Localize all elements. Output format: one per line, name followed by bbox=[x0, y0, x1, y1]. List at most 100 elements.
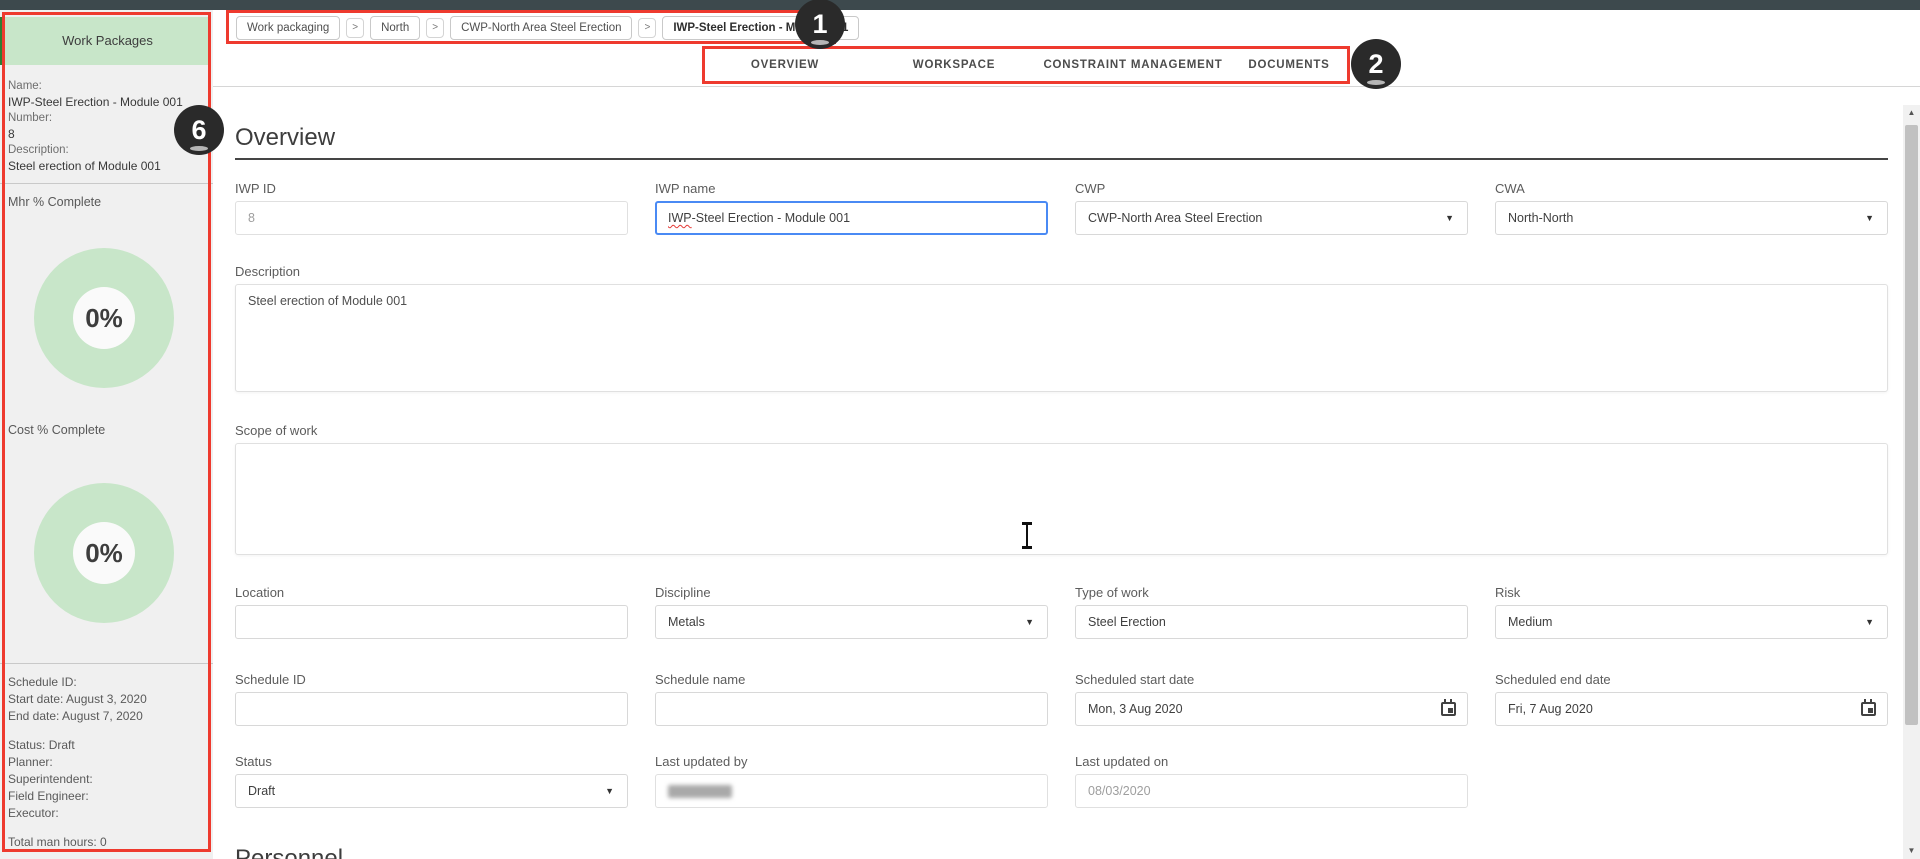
status-selected-value: Draft bbox=[248, 784, 276, 798]
misspelled-word: IWP bbox=[668, 211, 692, 225]
scheduled-end-date-input[interactable]: Fri, 7 Aug 2020 bbox=[1495, 692, 1888, 726]
scheduled-start-date-value: Mon, 3 Aug 2020 bbox=[1088, 702, 1183, 716]
scroll-up-button[interactable]: ▲ bbox=[1903, 105, 1920, 121]
last-updated-on-value: 08/03/2020 bbox=[1088, 784, 1151, 798]
cwp-label: CWP bbox=[1075, 181, 1106, 196]
cost-complete-value: 0% bbox=[85, 537, 123, 568]
dropdown-arrow-icon: ▼ bbox=[605, 786, 614, 796]
annotation-callout-1: 1 bbox=[795, 0, 845, 49]
breadcrumb-item-cwp[interactable]: CWP-North Area Steel Erection bbox=[450, 16, 633, 40]
mhr-complete-donut-chart: 0% bbox=[34, 248, 174, 388]
iwp-name-value: -Steel Erection - Module 001 bbox=[691, 211, 851, 225]
last-updated-by-input bbox=[655, 774, 1048, 808]
iwp-name-field: IWP name IWP-Steel Erection - Module 001 bbox=[655, 181, 1048, 235]
calendar-icon[interactable] bbox=[1441, 699, 1456, 716]
scheduled-end-date-value: Fri, 7 Aug 2020 bbox=[1508, 702, 1593, 716]
breadcrumb-item-north[interactable]: North bbox=[370, 16, 421, 40]
mhr-complete-label: Mhr % Complete bbox=[8, 195, 102, 209]
schedule-name-label: Schedule name bbox=[655, 672, 746, 687]
field-engineer-text: Field Engineer: bbox=[8, 789, 89, 803]
tab-documents[interactable]: DOCUMENTS bbox=[1226, 44, 1352, 86]
mhr-complete-value: 0% bbox=[85, 302, 123, 333]
tab-constraint-management[interactable]: CONSTRAINT MANAGEMENT bbox=[1040, 44, 1226, 86]
last-updated-on-field: Last updated on 08/03/2020 bbox=[1075, 754, 1468, 808]
personnel-section-title: Personnel bbox=[235, 845, 344, 859]
scheduled-start-date-label: Scheduled start date bbox=[1075, 672, 1195, 687]
executor-text: Executor: bbox=[8, 806, 59, 820]
status-field: Status Draft ▼ bbox=[235, 754, 628, 808]
dropdown-arrow-icon: ▼ bbox=[1025, 617, 1034, 627]
description-field: Description Steel erection of Module 001 bbox=[235, 264, 1888, 392]
vertical-scrollbar: ▲ ▼ bbox=[1903, 105, 1920, 859]
sidebar-header-work-packages[interactable]: Work Packages bbox=[5, 17, 210, 65]
sidebar-divider bbox=[0, 663, 213, 664]
scope-of-work-label: Scope of work bbox=[235, 423, 318, 438]
top-window-bar bbox=[0, 0, 1920, 10]
breadcrumb-item-work-packaging[interactable]: Work packaging bbox=[236, 16, 341, 40]
sidebar-schedule-block: Schedule ID: Start date: August 3, 2020 … bbox=[8, 674, 208, 851]
risk-label: Risk bbox=[1495, 585, 1521, 600]
scheduled-end-date-field: Scheduled end date Fri, 7 Aug 2020 bbox=[1495, 672, 1888, 726]
location-field: Location bbox=[235, 585, 628, 639]
scope-of-work-textarea[interactable] bbox=[235, 443, 1888, 555]
last-updated-on-label: Last updated on bbox=[1075, 754, 1169, 769]
risk-field: Risk Medium ▼ bbox=[1495, 585, 1888, 639]
type-of-work-input[interactable] bbox=[1075, 605, 1468, 639]
dropdown-arrow-icon: ▼ bbox=[1865, 213, 1874, 223]
schedule-id-label: Schedule ID bbox=[235, 672, 306, 687]
breadcrumb: Work packaging > North > CWP-North Area … bbox=[236, 16, 860, 40]
sidebar-divider bbox=[0, 183, 213, 184]
planner-text: Planner: bbox=[8, 755, 53, 769]
chevron-right-icon: > bbox=[346, 18, 365, 38]
tab-workspace[interactable]: WORKSPACE bbox=[868, 44, 1040, 86]
schedule-name-input[interactable] bbox=[655, 692, 1048, 726]
start-date-text: Start date: August 3, 2020 bbox=[8, 692, 147, 706]
cwp-field: CWP CWP-North Area Steel Erection ▼ bbox=[1075, 181, 1468, 235]
tab-bar: OVERVIEW WORKSPACE CONSTRAINT MANAGEMENT… bbox=[213, 44, 1920, 86]
iwp-id-field: IWP ID bbox=[235, 181, 628, 235]
iwp-name-input[interactable]: IWP-Steel Erection - Module 001 bbox=[655, 201, 1048, 235]
cwa-dropdown[interactable]: North-North ▼ bbox=[1495, 201, 1888, 235]
name-value: IWP-Steel Erection - Module 001 bbox=[8, 95, 183, 109]
tab-overview[interactable]: OVERVIEW bbox=[702, 44, 868, 86]
breadcrumb-bar: Work packaging > North > CWP-North Area … bbox=[213, 10, 1920, 44]
dropdown-arrow-icon: ▼ bbox=[1865, 617, 1874, 627]
scope-of-work-field: Scope of work bbox=[235, 423, 1888, 555]
iwp-id-input bbox=[235, 201, 628, 235]
title-rule bbox=[235, 158, 1888, 160]
cwa-field: CWA North-North ▼ bbox=[1495, 181, 1888, 235]
risk-dropdown[interactable]: Medium ▼ bbox=[1495, 605, 1888, 639]
redacted-value bbox=[668, 785, 732, 798]
schedule-id-text: Schedule ID: bbox=[8, 675, 77, 689]
cost-complete-donut-chart: 0% bbox=[34, 483, 174, 623]
scrollbar-thumb[interactable] bbox=[1905, 125, 1918, 725]
total-man-hours-text: Total man hours: 0 bbox=[8, 835, 107, 849]
annotation-callout-6: 6 bbox=[174, 105, 224, 155]
chevron-right-icon: > bbox=[426, 18, 445, 38]
scheduled-start-date-input[interactable]: Mon, 3 Aug 2020 bbox=[1075, 692, 1468, 726]
schedule-id-input[interactable] bbox=[235, 692, 628, 726]
discipline-dropdown[interactable]: Metals ▼ bbox=[655, 605, 1048, 639]
calendar-icon[interactable] bbox=[1861, 699, 1876, 716]
last-updated-on-input: 08/03/2020 bbox=[1075, 774, 1468, 808]
scheduled-start-date-field: Scheduled start date Mon, 3 Aug 2020 bbox=[1075, 672, 1468, 726]
status-dropdown[interactable]: Draft ▼ bbox=[235, 774, 628, 808]
end-date-text: End date: August 7, 2020 bbox=[8, 709, 143, 723]
location-input[interactable] bbox=[235, 605, 628, 639]
schedule-name-field: Schedule name bbox=[655, 672, 1048, 726]
text-cursor bbox=[1020, 522, 1034, 549]
scheduled-end-date-label: Scheduled end date bbox=[1495, 672, 1611, 687]
type-of-work-label: Type of work bbox=[1075, 585, 1149, 600]
description-value: Steel erection of Module 001 bbox=[8, 159, 161, 173]
superintendent-text: Superintendent: bbox=[8, 772, 93, 786]
cwp-dropdown[interactable]: CWP-North Area Steel Erection ▼ bbox=[1075, 201, 1468, 235]
description-field-label: Description bbox=[235, 264, 301, 279]
description-textarea[interactable]: Steel erection of Module 001 bbox=[235, 284, 1888, 392]
scroll-down-button[interactable]: ▼ bbox=[1903, 843, 1920, 859]
location-label: Location bbox=[235, 585, 285, 600]
page-title: Overview bbox=[235, 124, 336, 151]
iwp-name-label: IWP name bbox=[655, 181, 716, 196]
type-of-work-field: Type of work bbox=[1075, 585, 1468, 639]
